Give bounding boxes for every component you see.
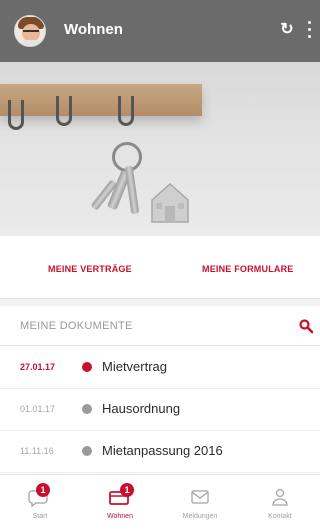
unread-dot-icon <box>82 362 92 372</box>
document-row[interactable]: 27.01.17 Mietvertrag <box>0 347 320 389</box>
hook-icon <box>8 100 24 130</box>
document-row[interactable]: 01.01.17 Hausordnung <box>0 389 320 431</box>
nav-label: Kontakt <box>268 513 292 520</box>
document-title: Hausordnung <box>102 401 181 416</box>
nav-label: Start <box>32 513 48 520</box>
person-icon <box>272 488 288 506</box>
nav-item-kontakt[interactable]: Kontakt <box>240 475 320 531</box>
document-row[interactable]: 11.11.16 Mietanpassung 2016 <box>0 431 320 473</box>
nav-label: Meldungen <box>182 513 218 520</box>
my-forms-link[interactable]: MEINE FORMULARE <box>202 264 294 274</box>
nav-item-meldungen[interactable]: Meldungen <box>160 475 240 531</box>
document-date: 11.11.16 <box>20 446 54 456</box>
more-vert-icon[interactable] <box>303 18 315 42</box>
nav-item-start[interactable]: 1 Start <box>0 475 80 531</box>
page-title: Wohnen <box>64 21 123 38</box>
hero-image <box>0 62 320 236</box>
notification-badge: 1 <box>36 483 50 497</box>
document-date: 27.01.17 <box>20 362 56 372</box>
divider <box>0 298 320 306</box>
key-icon <box>124 165 140 215</box>
quick-links: MEINE VERTRÄGE MEINE FORMULARE <box>0 236 320 298</box>
document-date: 01.01.17 <box>20 404 56 414</box>
app-screen: Wohnen ↻ MEINE VERTRÄGE MEINE FORMULARE … <box>0 0 320 531</box>
mail-icon <box>191 490 209 504</box>
documents-header-label: MEINE DOKUMENTE <box>20 320 133 332</box>
bottom-nav: 1 Start 1 Wohnen Meldungen Kontakt <box>0 474 320 531</box>
documents-header: MEINE DOKUMENTE <box>0 306 320 346</box>
house-keychain-icon <box>151 182 189 223</box>
search-icon[interactable] <box>298 318 314 334</box>
avatar[interactable] <box>14 15 46 47</box>
hook-icon <box>118 96 134 126</box>
notification-badge: 1 <box>120 483 134 497</box>
nav-label: Wohnen <box>107 513 133 520</box>
key-board <box>0 84 202 116</box>
app-bar: Wohnen ↻ <box>0 0 320 62</box>
document-title: Mietanpassung 2016 <box>102 443 223 458</box>
read-dot-icon <box>82 404 92 414</box>
refresh-icon[interactable]: ↻ <box>277 20 297 40</box>
read-dot-icon <box>82 446 92 456</box>
hook-icon <box>56 96 72 126</box>
nav-item-wohnen[interactable]: 1 Wohnen <box>80 475 160 531</box>
my-contracts-link[interactable]: MEINE VERTRÄGE <box>48 264 132 274</box>
document-title: Mietvertrag <box>102 359 168 374</box>
